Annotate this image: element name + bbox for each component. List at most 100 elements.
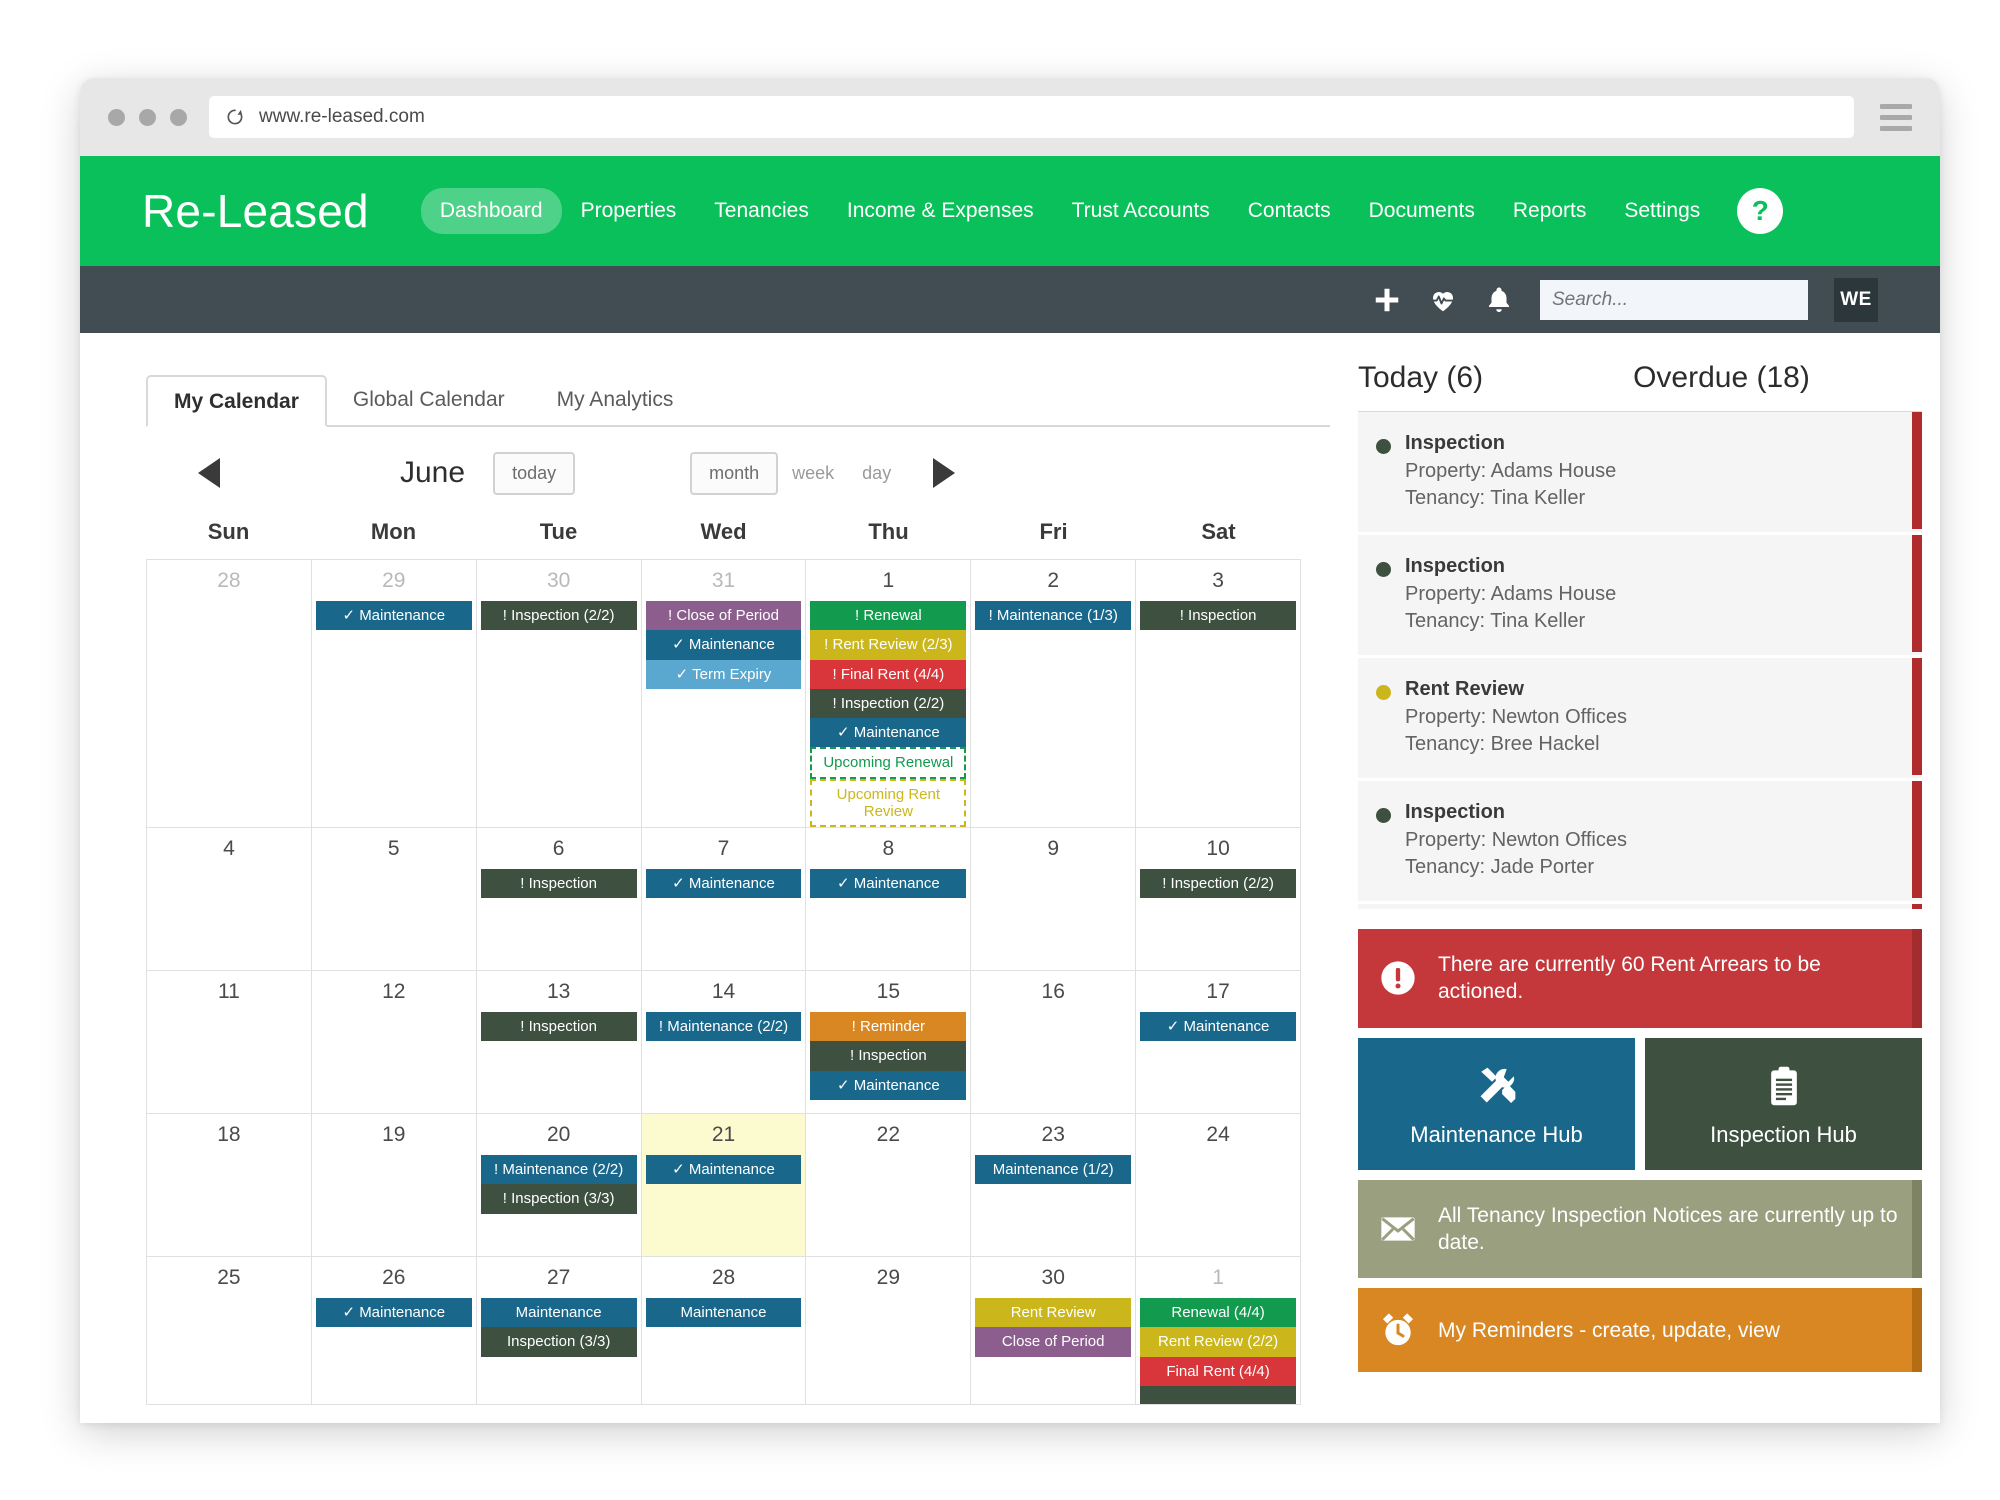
calendar-day-cell[interactable]: 22 — [806, 1114, 971, 1257]
tab-global-calendar[interactable]: Global Calendar — [327, 375, 531, 427]
calendar-event[interactable]: Maintenance — [481, 1298, 637, 1327]
calendar-day-cell[interactable]: 1Renewal (4/4)Rent Review (2/2)Final Ren… — [1136, 1257, 1301, 1405]
view-month-button[interactable]: month — [690, 452, 778, 495]
calendar-event[interactable]: ✓ Maintenance — [646, 1155, 802, 1184]
calendar-day-cell[interactable]: 14! Maintenance (2/2) — [642, 971, 807, 1114]
inspection-notices-widget[interactable]: All Tenancy Inspection Notices are curre… — [1358, 1180, 1922, 1279]
calendar-day-cell[interactable]: 28 — [147, 560, 312, 828]
calendar-event[interactable]: Final Rent (4/4) — [1140, 1357, 1296, 1386]
calendar-event[interactable]: ✓ Maintenance — [1140, 1012, 1296, 1041]
calendar-event[interactable]: Inspection (3/3) — [481, 1327, 637, 1356]
calendar-day-cell[interactable]: 21✓ Maintenance — [642, 1114, 807, 1257]
nav-item-reports[interactable]: Reports — [1494, 188, 1606, 234]
address-bar[interactable]: www.re-leased.com — [209, 96, 1854, 138]
inspection-hub-button[interactable]: Inspection Hub — [1645, 1038, 1922, 1170]
calendar-day-cell[interactable]: 5 — [312, 828, 477, 971]
calendar-day-cell[interactable]: 3! Inspection — [1136, 560, 1301, 828]
calendar-day-cell[interactable]: 25 — [147, 1257, 312, 1405]
calendar-event[interactable]: ! Final Rent (4/4) — [810, 660, 966, 689]
search-input[interactable] — [1540, 280, 1808, 320]
overdue-heading[interactable]: Overdue (18) — [1633, 361, 1810, 395]
calendar-day-cell[interactable]: 26✓ Maintenance — [312, 1257, 477, 1405]
task-item[interactable]: InspectionProperty: Newton OfficesTenanc… — [1358, 781, 1922, 904]
calendar-event[interactable]: ! Maintenance (1/3) — [975, 601, 1131, 630]
calendar-event[interactable]: Renewal (4/4) — [1140, 1298, 1296, 1327]
task-item[interactable]: InspectionProperty: Adams HouseTenancy: … — [1358, 412, 1922, 535]
calendar-day-cell[interactable]: 29✓ Maintenance — [312, 560, 477, 828]
bell-icon[interactable] — [1484, 285, 1514, 315]
maintenance-hub-button[interactable]: Maintenance Hub — [1358, 1038, 1635, 1170]
today-button[interactable]: today — [493, 452, 575, 495]
help-icon[interactable]: ? — [1737, 188, 1783, 234]
task-item[interactable]: Rent ReviewProperty: Newton OfficesTenan… — [1358, 658, 1922, 781]
calendar-event[interactable]: Close of Period — [975, 1327, 1131, 1356]
view-week-button[interactable]: week — [778, 454, 848, 493]
calendar-event[interactable]: ! Reminder — [810, 1012, 966, 1041]
calendar-day-cell[interactable]: 30! Inspection (2/2) — [477, 560, 642, 828]
calendar-event[interactable]: ! Rent Review (2/3) — [810, 630, 966, 659]
calendar-event[interactable]: ! Inspection (3/3) — [481, 1184, 637, 1213]
nav-item-income-expenses[interactable]: Income & Expenses — [828, 188, 1053, 234]
calendar-event[interactable]: Upcoming Renewal — [810, 747, 966, 778]
calendar-event[interactable]: ! Inspection (2/2) — [481, 601, 637, 630]
brand-logo[interactable]: Re-Leased — [142, 184, 369, 238]
calendar-event[interactable]: ✓ Maintenance — [646, 630, 802, 659]
calendar-event[interactable]: ! Inspection — [810, 1041, 966, 1070]
calendar-event[interactable]: ✓ Maintenance — [810, 869, 966, 898]
nav-item-settings[interactable]: Settings — [1605, 188, 1719, 234]
calendar-day-cell[interactable]: 18 — [147, 1114, 312, 1257]
calendar-day-cell[interactable]: 7✓ Maintenance — [642, 828, 807, 971]
calendar-event[interactable]: ✓ Maintenance — [810, 718, 966, 747]
nav-item-trust-accounts[interactable]: Trust Accounts — [1053, 188, 1229, 234]
tab-my-calendar[interactable]: My Calendar — [146, 375, 327, 427]
calendar-event[interactable]: ✓ Maintenance — [316, 1298, 472, 1327]
calendar-event[interactable]: Rent Review — [975, 1298, 1131, 1327]
calendar-day-cell[interactable]: 23Maintenance (1/2) — [971, 1114, 1136, 1257]
tab-my-analytics[interactable]: My Analytics — [531, 375, 700, 427]
calendar-day-cell[interactable]: 13! Inspection — [477, 971, 642, 1114]
calendar-event[interactable]: ! Close of Period — [646, 601, 802, 630]
reload-icon[interactable] — [225, 107, 245, 127]
window-controls[interactable] — [108, 109, 187, 126]
plus-icon[interactable] — [1372, 285, 1402, 315]
close-window-button[interactable] — [108, 109, 125, 126]
calendar-day-cell[interactable]: 6! Inspection — [477, 828, 642, 971]
minimize-window-button[interactable] — [139, 109, 156, 126]
next-month-button[interactable] — [933, 458, 955, 488]
nav-item-contacts[interactable]: Contacts — [1229, 188, 1350, 234]
hamburger-icon[interactable] — [1880, 104, 1912, 131]
calendar-day-cell[interactable]: 4 — [147, 828, 312, 971]
calendar-event[interactable]: ! Maintenance (2/2) — [481, 1155, 637, 1184]
rent-arrears-alert[interactable]: There are currently 60 Rent Arrears to b… — [1358, 929, 1922, 1028]
today-heading[interactable]: Today (6) — [1358, 361, 1483, 395]
calendar-day-cell[interactable]: 30Rent ReviewClose of Period — [971, 1257, 1136, 1405]
calendar-day-cell[interactable]: 2! Maintenance (1/3) — [971, 560, 1136, 828]
calendar-event[interactable]: ! Renewal — [810, 601, 966, 630]
nav-item-dashboard[interactable]: Dashboard — [421, 188, 562, 234]
calendar-day-cell[interactable]: 28Maintenance — [642, 1257, 807, 1405]
previous-month-button[interactable] — [198, 458, 220, 488]
calendar-event[interactable]: Maintenance — [646, 1298, 802, 1327]
nav-item-tenancies[interactable]: Tenancies — [695, 188, 828, 234]
calendar-event[interactable]: ! Inspection — [481, 1012, 637, 1041]
task-item[interactable]: InspectionProperty: Adams HouseTenancy: … — [1358, 535, 1922, 658]
calendar-event[interactable]: ✓ Maintenance — [316, 601, 472, 630]
calendar-event[interactable]: ! Inspection (2/2) — [1140, 869, 1296, 898]
calendar-day-cell[interactable]: 9 — [971, 828, 1136, 971]
nav-item-properties[interactable]: Properties — [562, 188, 696, 234]
calendar-event[interactable]: ✓ Maintenance — [646, 869, 802, 898]
calendar-day-cell[interactable]: 11 — [147, 971, 312, 1114]
avatar[interactable]: WE — [1834, 278, 1878, 322]
calendar-event[interactable]: ✓ Term Expiry — [646, 660, 802, 689]
nav-item-documents[interactable]: Documents — [1350, 188, 1494, 234]
calendar-event[interactable]: Upcoming Rent Review — [810, 779, 966, 828]
calendar-event[interactable]: ! Inspection (2/2) — [810, 689, 966, 718]
calendar-day-cell[interactable]: 19 — [312, 1114, 477, 1257]
calendar-day-cell[interactable]: 27MaintenanceInspection (3/3) — [477, 1257, 642, 1405]
calendar-day-cell[interactable]: 24 — [1136, 1114, 1301, 1257]
calendar-event[interactable]: ✓ Maintenance — [810, 1071, 966, 1100]
my-reminders-widget[interactable]: My Reminders - create, update, view — [1358, 1288, 1922, 1372]
calendar-event[interactable]: Maintenance (1/2) — [975, 1155, 1131, 1184]
view-day-button[interactable]: day — [848, 454, 905, 493]
calendar-event[interactable]: ! Inspection — [481, 869, 637, 898]
